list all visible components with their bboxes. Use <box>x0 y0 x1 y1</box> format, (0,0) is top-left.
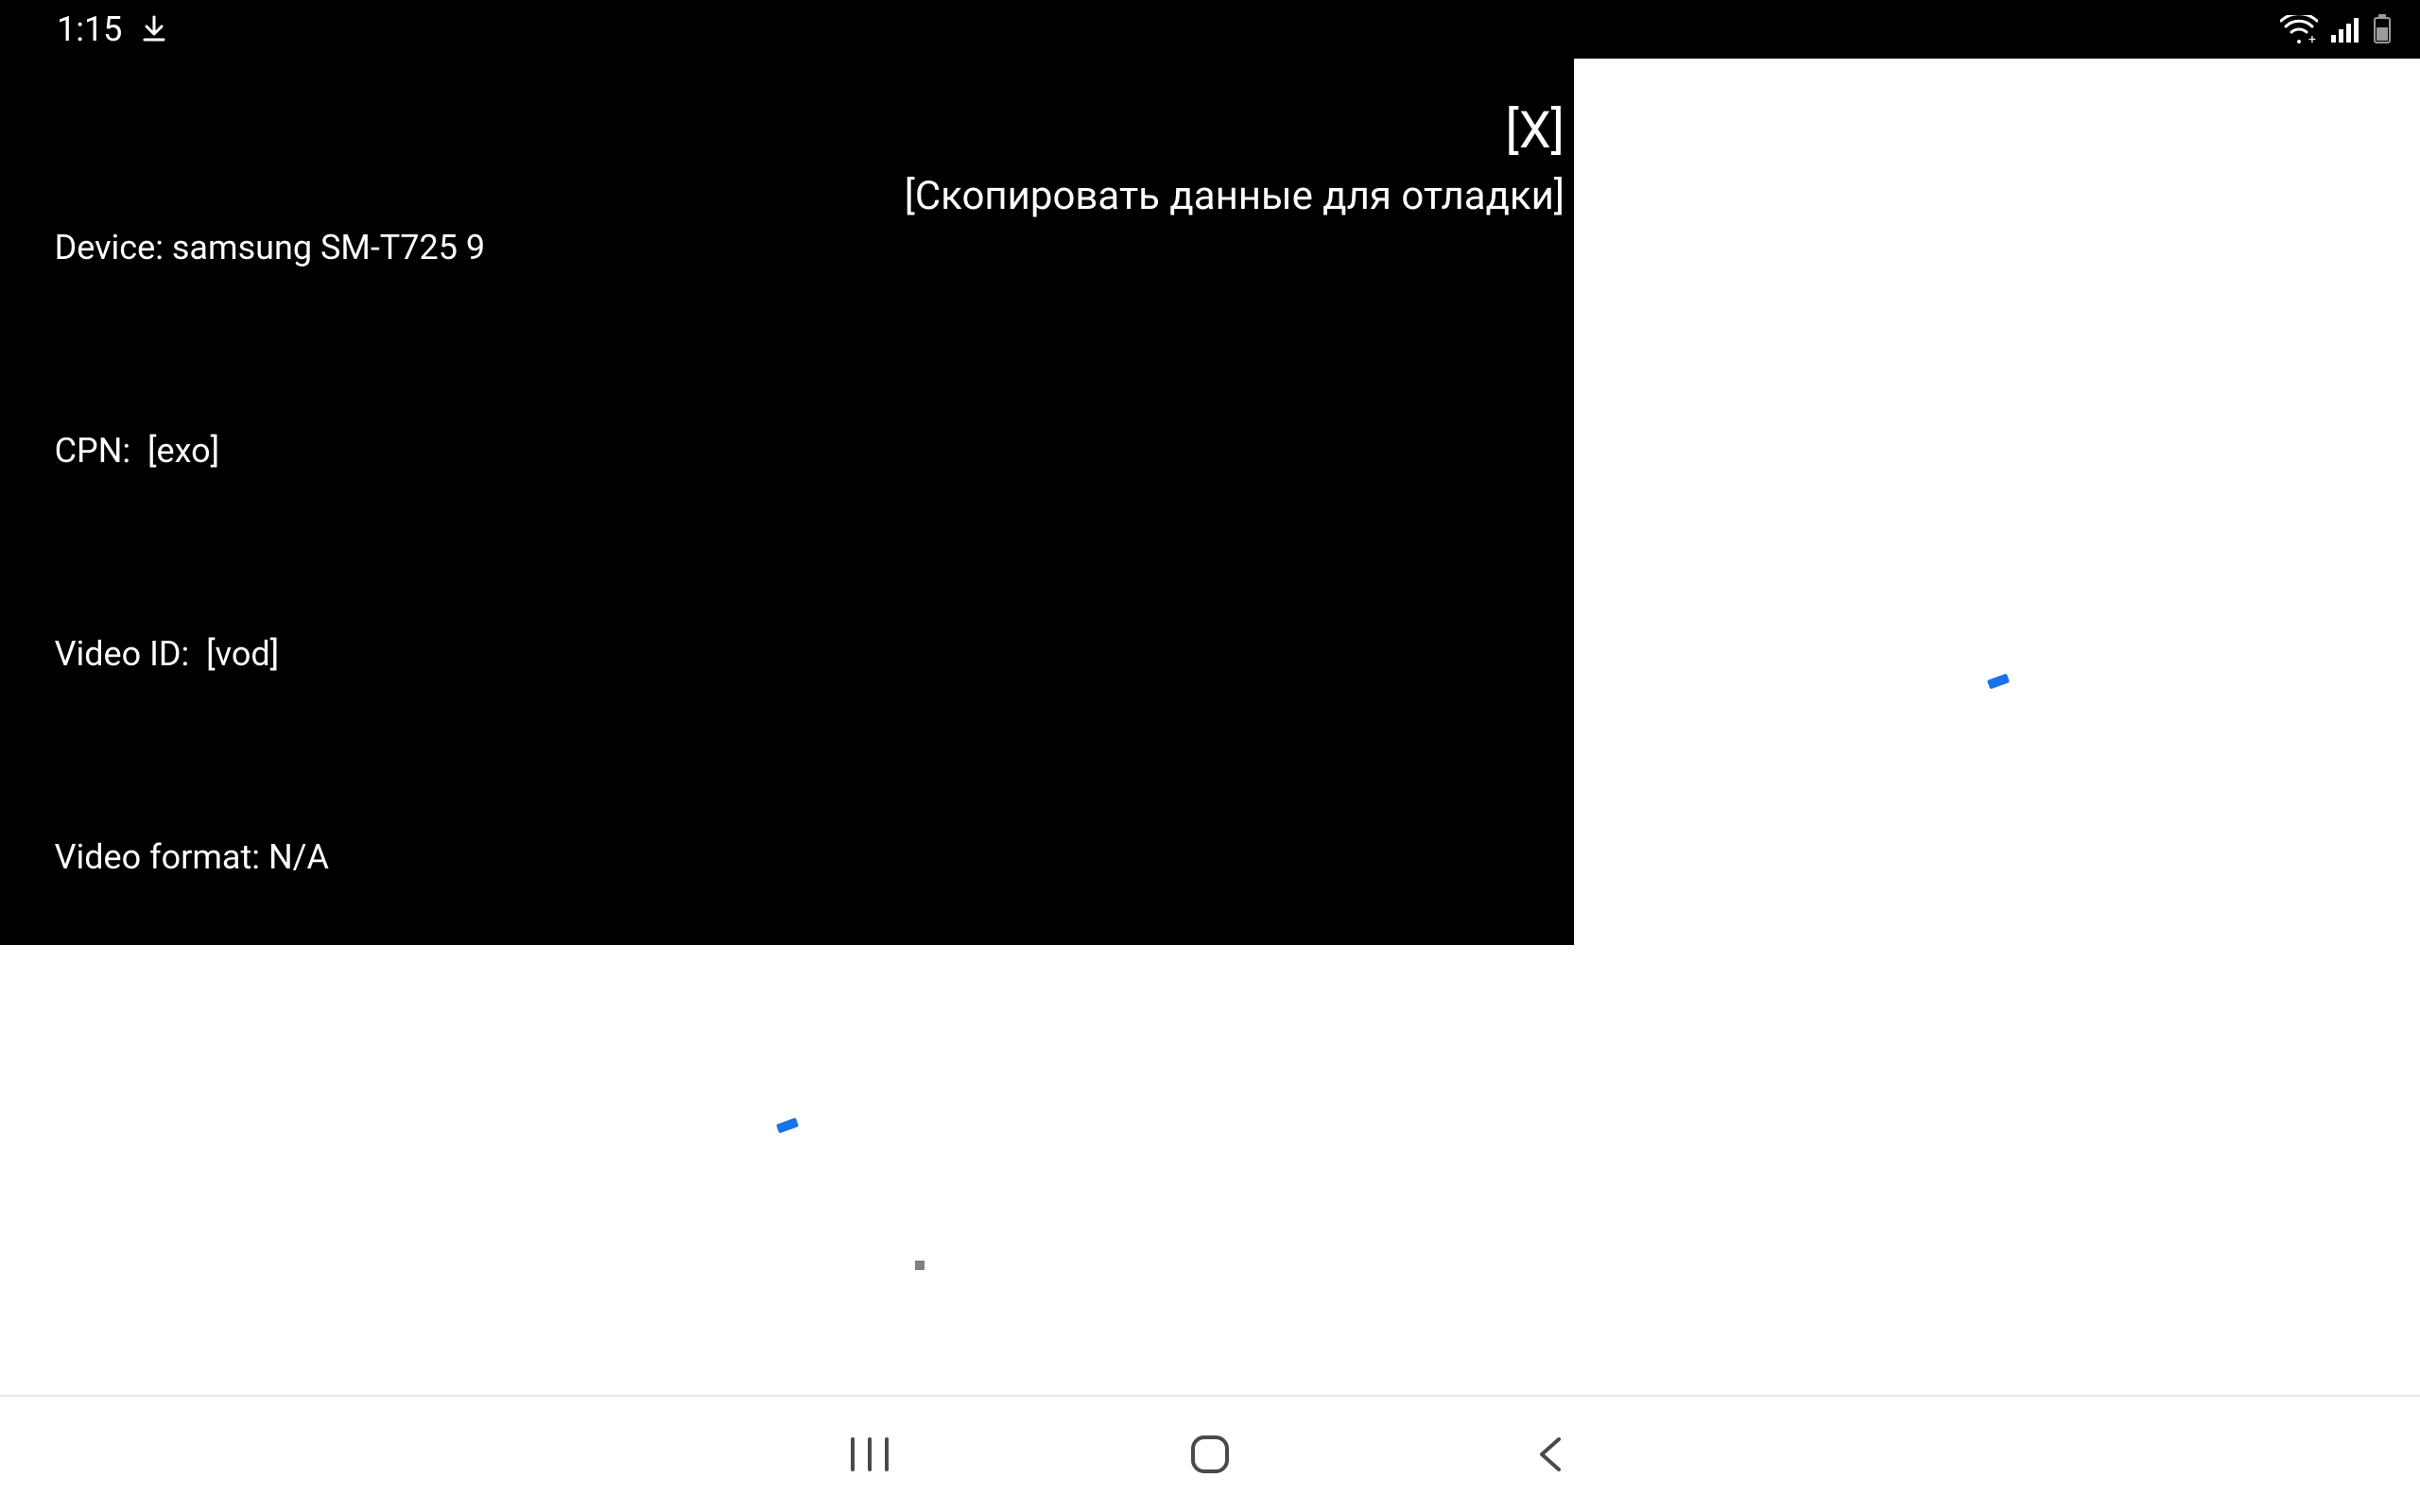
loading-spinner-icon <box>1987 674 2010 690</box>
copy-debug-data-button[interactable]: [Скопировать данные для отладки] <box>905 174 1564 219</box>
download-icon <box>141 15 167 43</box>
cellular-signal-icon <box>2331 16 2360 43</box>
debug-line-device: Device: samsung SM-T725 9 <box>4 187 925 309</box>
debug-line-audio-format: Audio format: N/A <box>4 1000 925 1122</box>
status-bar-right: + <box>2280 14 2392 44</box>
svg-text:+: + <box>2308 32 2316 43</box>
debug-stats-overlay: Device: samsung SM-T725 9 CPN: [exo] Vid… <box>4 106 925 1512</box>
status-time: 1:15 <box>57 9 122 49</box>
battery-icon <box>2373 14 2392 44</box>
home-button[interactable] <box>1182 1426 1238 1483</box>
back-button[interactable] <box>1522 1426 1579 1483</box>
close-debug-button[interactable]: [X] <box>1506 106 1565 157</box>
debug-line-cpn: CPN: [exo] <box>4 390 925 512</box>
debug-line-videoid: Video ID: [vod] <box>4 593 925 715</box>
volume-marker-icon <box>915 1261 925 1270</box>
status-bar-left: 1:15 <box>57 9 167 49</box>
system-navigation-bar <box>0 1397 2420 1512</box>
wifi-icon: + <box>2280 15 2318 43</box>
debug-line-video-format: Video format: N/A <box>4 797 925 919</box>
video-player-area[interactable]: Device: samsung SM-T725 9 CPN: [exo] Vid… <box>0 59 1574 945</box>
recents-button[interactable] <box>841 1426 898 1483</box>
debug-line-volume: Volume/Normalized: 26%/0%(content loudne… <box>4 1203 925 1325</box>
status-bar: 1:15 + <box>0 0 2420 59</box>
